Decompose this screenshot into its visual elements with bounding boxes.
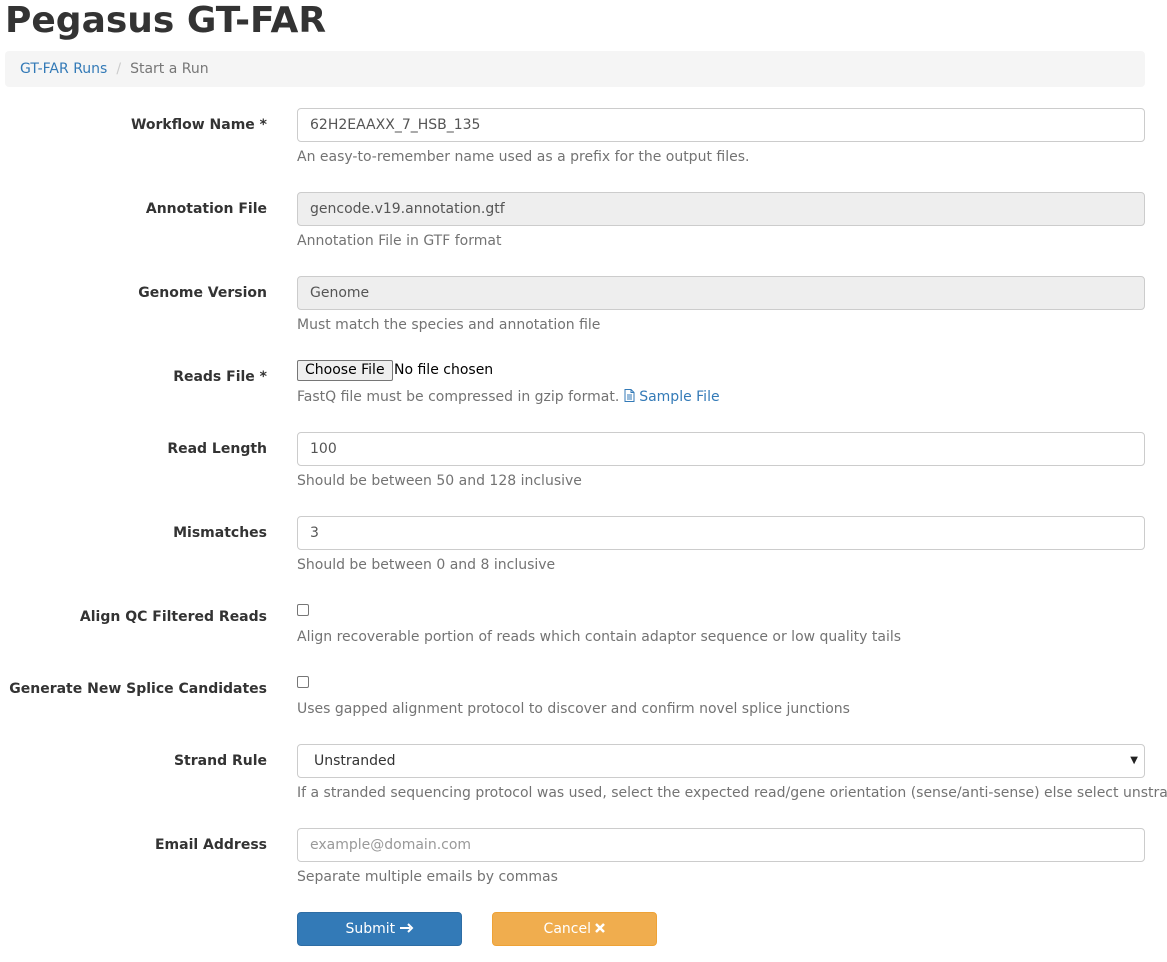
align-qc-checkbox[interactable] [297, 604, 309, 616]
workflow-name-help: An easy-to-remember name used as a prefi… [297, 149, 750, 165]
choose-file-button[interactable]: Choose File [297, 360, 393, 381]
email-help: Separate multiple emails by commas [297, 869, 558, 885]
mismatches-input[interactable]: 3 [297, 516, 1145, 550]
breadcrumb-separator: / [116, 61, 122, 77]
read-length-label: Read Length [167, 441, 267, 457]
workflow-name-input[interactable]: 62H2EAAXX_7_HSB_135 [297, 108, 1145, 142]
genome-version-input[interactable]: Genome [297, 276, 1145, 310]
times-icon [595, 923, 606, 933]
reads-file-label: Reads File * [173, 369, 267, 385]
submit-label: Submit [345, 921, 396, 937]
splice-candidates-checkbox[interactable] [297, 676, 309, 688]
mismatches-help: Should be between 0 and 8 inclusive [297, 557, 556, 573]
read-length-input[interactable]: 100 [297, 432, 1145, 466]
strand-rule-help: If a stranded sequencing protocol was us… [297, 785, 1167, 801]
splice-candidates-label: Generate New Splice Candidates [9, 681, 267, 697]
sample-file-link[interactable]: Sample File [624, 389, 720, 405]
page-title: Pegasus GT-FAR [5, 0, 327, 41]
strand-rule-select[interactable]: Unstranded ▼ [297, 744, 1145, 778]
sample-file-label: Sample File [639, 389, 720, 405]
workflow-name-label: Workflow Name * [130, 117, 267, 133]
breadcrumb-link-runs[interactable]: GT-FAR Runs [20, 61, 107, 77]
submit-button[interactable]: Submit [297, 912, 462, 946]
reads-file-help: FastQ file must be compressed in gzip fo… [297, 387, 720, 407]
annotation-file-input[interactable]: gencode.v19.annotation.gtf [297, 192, 1145, 226]
align-qc-help: Align recoverable portion of reads which… [297, 629, 902, 645]
strand-rule-label: Strand Rule [173, 753, 267, 769]
reads-file-help-text: FastQ file must be compressed in gzip fo… [297, 389, 620, 405]
read-length-help: Should be between 50 and 128 inclusive [297, 473, 582, 489]
strand-rule-value: Unstranded [314, 753, 396, 769]
email-label: Email Address [154, 837, 267, 853]
breadcrumb-current: Start a Run [130, 61, 209, 77]
file-text-icon [624, 389, 635, 402]
annotation-file-label: Annotation File [145, 201, 267, 217]
arrow-right-icon [399, 923, 413, 933]
email-input[interactable]: example@domain.com [297, 828, 1145, 862]
splice-candidates-help: Uses gapped alignment protocol to discov… [297, 701, 850, 717]
breadcrumb: GT-FAR Runs / Start a Run [5, 51, 1145, 87]
annotation-file-help: Annotation File in GTF format [297, 233, 502, 249]
caret-down-icon: ▼ [1130, 755, 1138, 766]
genome-version-label: Genome Version [138, 285, 267, 301]
align-qc-label: Align QC Filtered Reads [79, 609, 267, 625]
cancel-label: Cancel [543, 921, 591, 937]
genome-version-help: Must match the species and annotation fi… [297, 317, 601, 333]
file-status: No file chosen [394, 362, 494, 378]
mismatches-label: Mismatches [173, 525, 267, 541]
cancel-button[interactable]: Cancel [492, 912, 657, 946]
